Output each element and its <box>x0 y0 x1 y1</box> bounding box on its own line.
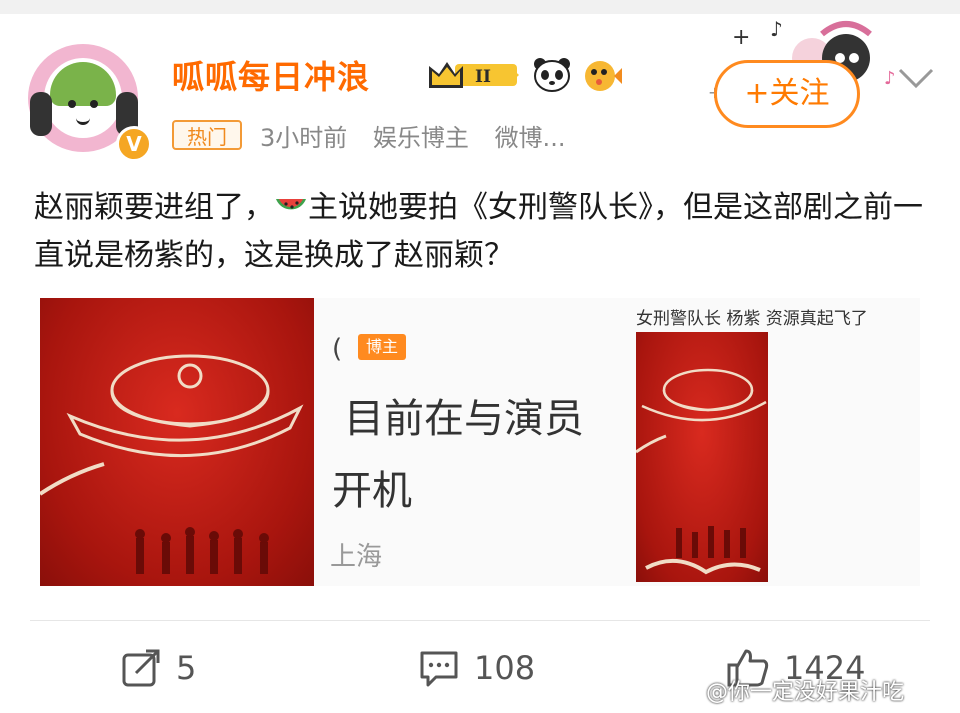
comment-button[interactable]: 108 <box>418 646 535 690</box>
avatar[interactable]: V <box>20 36 152 162</box>
post-meta: 3小时前 娱乐博主 微博... <box>260 118 583 153</box>
author-role: 娱乐博主 <box>372 124 469 152</box>
watermelon-icon <box>276 199 306 210</box>
weibo-watermark: @你一定没好果汁吃 <box>706 680 905 705</box>
verified-badge-icon: V <box>116 126 152 162</box>
post-text-part1: 赵丽颖要进组了， <box>34 190 274 225</box>
level-badge-text: II <box>475 67 491 87</box>
svg-text:+: + <box>732 25 750 50</box>
follow-button[interactable]: +关注 <box>714 60 860 128</box>
image-caption: 女刑警队长 杨紫 资源真起飞了 <box>636 309 868 329</box>
post-time: 3小时前 <box>260 124 348 152</box>
repost-count: 5 <box>176 649 197 687</box>
screenshot-line-1: 目前在与演员 <box>344 396 584 442</box>
pufferfish-icon <box>585 61 622 91</box>
poster-image-1[interactable] <box>40 298 314 586</box>
top-strip <box>0 0 960 14</box>
svg-text:♪: ♪ <box>884 68 896 89</box>
police-cap-illustration <box>40 354 304 574</box>
post-text: 赵丽颖要进组了， 主说她要拍《女刑警队长》，但是这部剧之前一直说是杨紫的，这是换… <box>34 184 924 280</box>
hot-tag: 热门 <box>172 120 242 150</box>
repost-button[interactable]: 5 <box>120 646 196 690</box>
post-source: 微博... <box>494 124 566 152</box>
username[interactable]: 呱呱每日冲浪 <box>172 52 370 98</box>
poster-thumbnail <box>636 332 768 582</box>
comment-icon <box>420 651 458 687</box>
crown-icon: II <box>429 62 519 88</box>
svg-text:♪: ♪ <box>770 17 783 41</box>
screenshot-image-3[interactable]: 女刑警队长 杨紫 资源真起飞了 <box>632 298 920 586</box>
chevron-down-icon[interactable] <box>896 66 936 90</box>
screenshot-image-2[interactable]: ( 博主 目前在与演员 开机 上海 <box>314 298 632 586</box>
screenshot-line-2: 开机 <box>332 468 412 514</box>
repost-icon <box>122 649 160 687</box>
panda-icon <box>534 58 570 92</box>
comment-count: 108 <box>474 649 536 687</box>
blogger-badge: 博主 <box>358 334 406 360</box>
cropped-text-fragment: ( <box>332 334 343 364</box>
divider <box>30 620 930 621</box>
screenshot-line-3: 上海 <box>330 542 383 572</box>
